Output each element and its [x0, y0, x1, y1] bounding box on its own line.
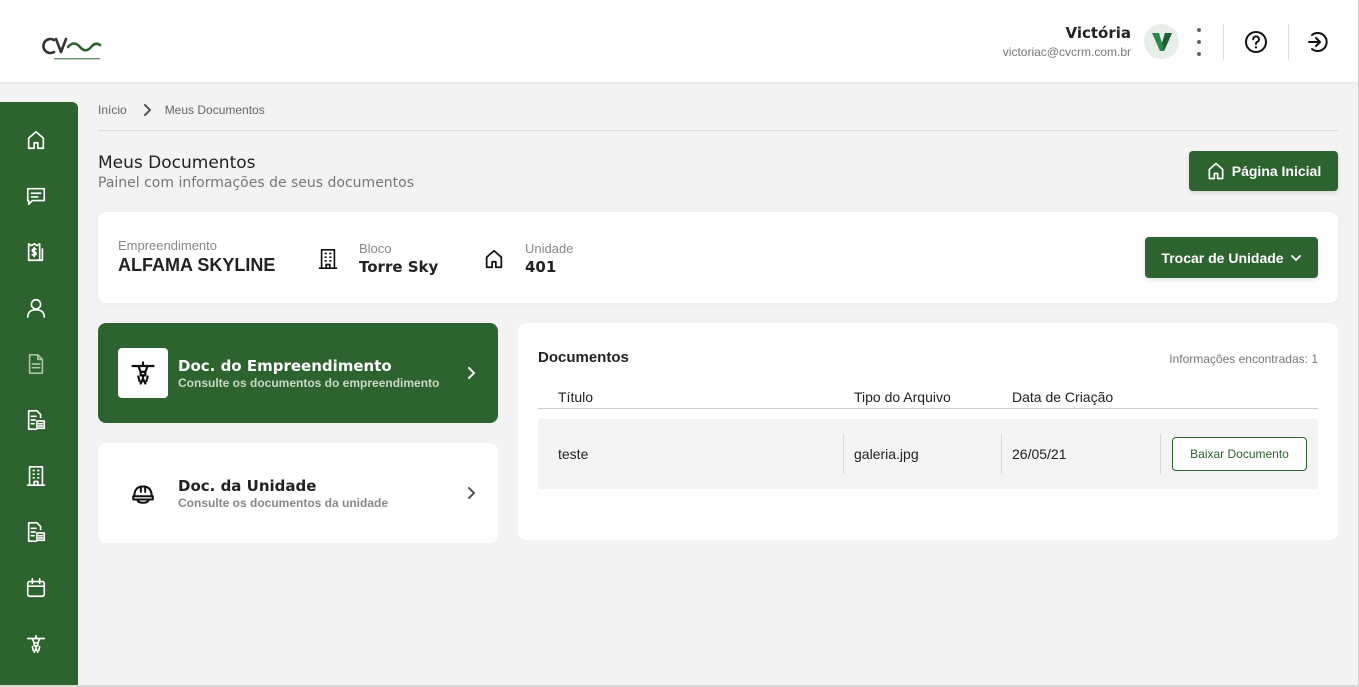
page-subtitle: Painel com informações de seus documento… — [98, 175, 415, 191]
empreendimento-value: ALFAMA SKYLINE — [118, 255, 276, 275]
cell-divider — [843, 434, 844, 474]
avatar-v-icon — [1151, 32, 1172, 51]
header-divider — [1223, 24, 1224, 60]
building-icon — [317, 247, 339, 276]
cell-titulo: teste — [558, 446, 589, 462]
bloco-label: Bloco — [359, 241, 392, 256]
header-divider — [1288, 24, 1289, 60]
sidebar-item-home[interactable] — [22, 126, 50, 154]
doc-category-title: Doc. da Unidade — [178, 477, 317, 495]
calendar-icon — [26, 578, 46, 598]
doc-category-subtitle: Consulte os documentos do empreendimento — [178, 376, 440, 390]
user-icon — [26, 298, 46, 318]
crane-icon — [26, 634, 46, 654]
sidebar-item-documents[interactable] — [22, 350, 50, 378]
unidade-value: 401 — [525, 258, 557, 276]
column-header-tipo: Tipo do Arquivo — [854, 389, 951, 405]
breadcrumb: Início Meus Documentos — [98, 103, 265, 117]
document-search-icon — [27, 522, 46, 542]
user-name: Victória — [1065, 24, 1131, 42]
documents-title: Documentos — [538, 349, 629, 366]
avatar[interactable] — [1144, 24, 1179, 59]
document-icon — [28, 354, 44, 374]
home-page-button[interactable]: Página Inicial — [1189, 151, 1338, 191]
building-icon — [26, 466, 46, 486]
sidebar — [0, 102, 78, 687]
chevron-down-icon — [1290, 253, 1302, 263]
breadcrumb-divider — [98, 130, 1338, 131]
sidebar-item-messages[interactable] — [22, 182, 50, 210]
empreendimento-label: Empreendimento — [118, 238, 217, 253]
table-row: teste galeria.jpg 26/05/21 Baixar Docume… — [538, 419, 1318, 489]
doc-category-title: Doc. do Empreendimento — [178, 357, 392, 375]
unidade-label: Unidade — [525, 241, 574, 256]
download-document-button[interactable]: Baixar Documento — [1172, 437, 1307, 471]
chat-icon — [26, 187, 46, 206]
documents-panel: Documentos Informações encontradas: 1 Tí… — [518, 323, 1338, 540]
doc-category-empreendimento[interactable]: Doc. do Empreendimento Consulte os docum… — [98, 323, 498, 423]
document-search-icon — [27, 410, 46, 430]
sidebar-item-reports-2[interactable] — [22, 518, 50, 546]
user-info: Victória victoriac@cvcrm.com.br — [1003, 24, 1131, 59]
logo[interactable] — [40, 34, 104, 64]
cell-divider — [1160, 434, 1161, 474]
home-icon — [27, 130, 45, 150]
user-email: victoriac@cvcrm.com.br — [1002, 45, 1131, 59]
column-header-titulo: Título — [558, 389, 594, 405]
page-title: Meus Documentos — [98, 153, 256, 173]
home-icon — [483, 247, 505, 276]
cell-data: 26/05/21 — [1012, 446, 1067, 462]
home-icon — [1206, 161, 1226, 181]
logout-icon[interactable] — [1305, 29, 1331, 55]
sidebar-item-construction[interactable] — [22, 630, 50, 658]
helmet-icon — [118, 468, 168, 518]
swap-unit-button[interactable]: Trocar de Unidade — [1145, 237, 1318, 278]
unit-info-card: Empreendimento ALFAMA SKYLINE Bloco Torr… — [98, 212, 1338, 303]
table-header-divider — [538, 408, 1318, 409]
breadcrumb-home[interactable]: Início — [98, 103, 127, 117]
kebab-menu-icon[interactable] — [1189, 28, 1209, 56]
breadcrumb-current: Meus Documentos — [164, 103, 265, 117]
documents-count: Informações encontradas: 1 — [1169, 352, 1318, 366]
cell-tipo: galeria.jpg — [854, 446, 919, 462]
sidebar-item-finance[interactable] — [22, 238, 50, 266]
help-icon[interactable] — [1243, 29, 1269, 55]
swap-unit-button-label: Trocar de Unidade — [1161, 249, 1284, 266]
home-page-button-label: Página Inicial — [1231, 163, 1322, 179]
bill-icon — [27, 242, 44, 262]
sidebar-item-building[interactable] — [22, 462, 50, 490]
sidebar-item-reports[interactable] — [22, 406, 50, 434]
crane-icon — [118, 348, 168, 398]
cell-divider — [1001, 434, 1002, 474]
chevron-right-icon — [466, 365, 478, 381]
doc-category-subtitle: Consulte os documentos da unidade — [178, 496, 389, 510]
doc-category-unidade[interactable]: Doc. da Unidade Consulte os documentos d… — [98, 443, 498, 543]
sidebar-item-calendar[interactable] — [22, 574, 50, 602]
chevron-right-icon — [143, 104, 153, 116]
column-header-data: Data de Criação — [1012, 389, 1114, 405]
sidebar-item-profile[interactable] — [22, 294, 50, 322]
bloco-value: Torre Sky — [359, 258, 439, 276]
top-header: Victória victoriac@cvcrm.com.br — [0, 0, 1359, 82]
chevron-right-icon — [466, 485, 478, 501]
